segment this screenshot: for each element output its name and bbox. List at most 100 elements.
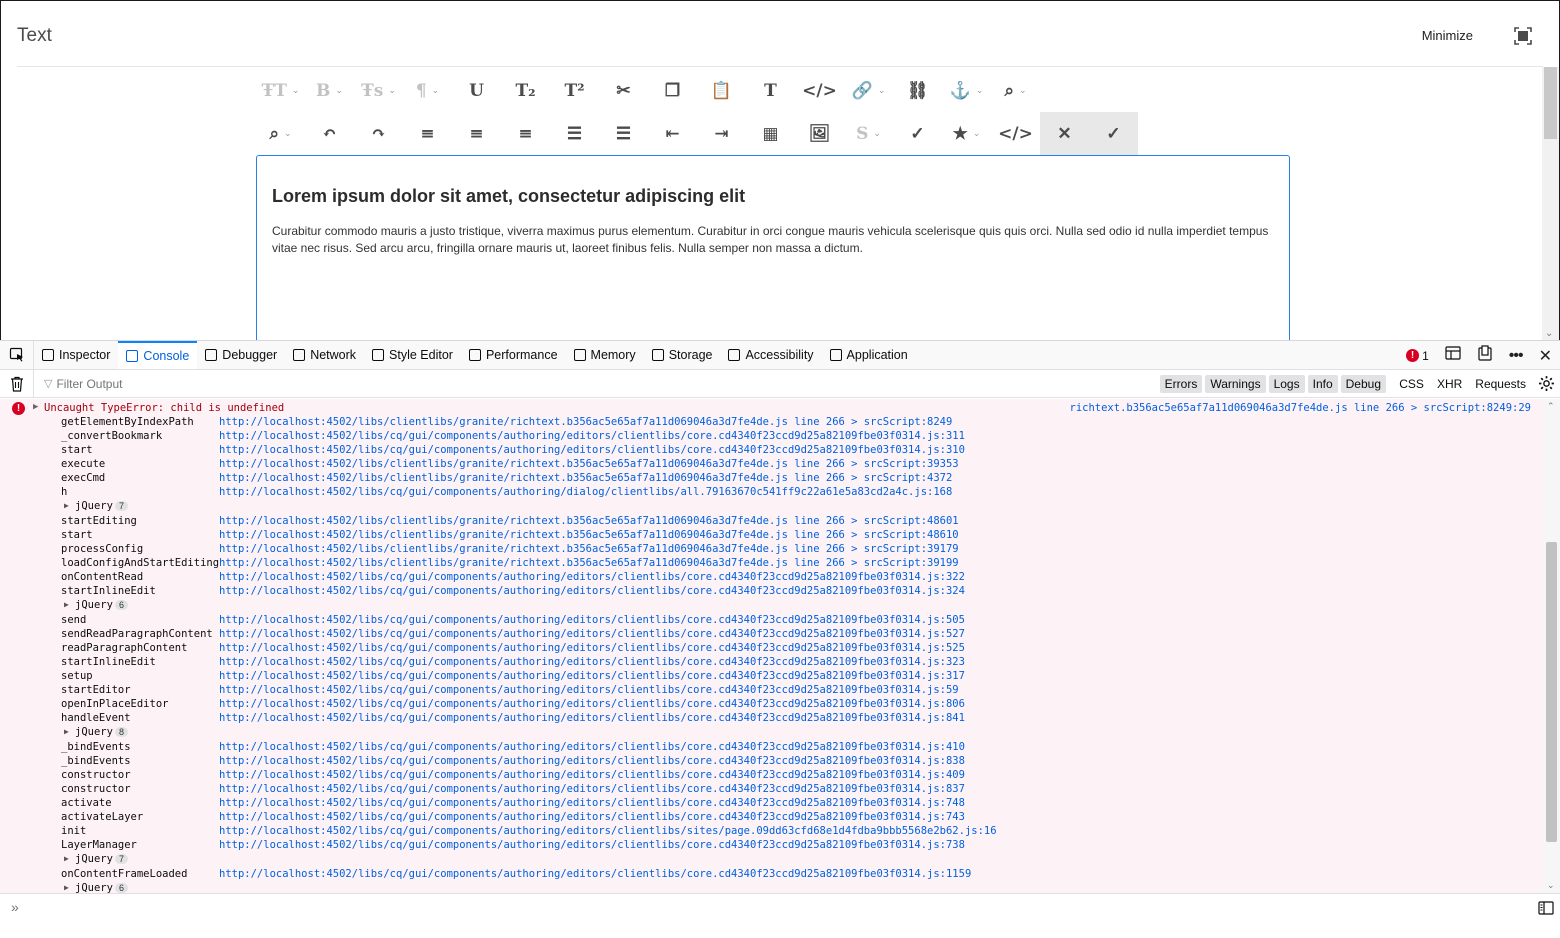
source-edit-button[interactable]: </>	[991, 112, 1040, 155]
underline-button[interactable]: U	[452, 69, 501, 112]
stack-frame-location-link[interactable]: http://localhost:4502/libs/cq/gui/compon…	[219, 628, 965, 640]
stack-frame-location-link[interactable]: http://localhost:4502/libs/cq/gui/compon…	[219, 444, 965, 456]
stack-frame-location-link[interactable]: http://localhost:4502/libs/cq/gui/compon…	[219, 698, 965, 710]
redo-button[interactable]: ↷	[354, 112, 403, 155]
stack-frame[interactable]: init http://localhost:4502/libs/cq/gui/co…	[0, 825, 1543, 839]
bold-button[interactable]: B ⌄	[305, 69, 354, 112]
element-picker-button[interactable]	[0, 341, 34, 369]
stack-frame[interactable]: constructor http://localhost:4502/libs/cq…	[0, 769, 1543, 783]
undo-button[interactable]: ↶	[305, 112, 354, 155]
paste-button[interactable]: 📋	[697, 69, 746, 112]
stack-frame[interactable]: _convertBookmark http://localhost:4502/li…	[0, 430, 1543, 444]
page-scrollbar-thumb[interactable]	[1544, 67, 1557, 139]
stack-frame-location-link[interactable]: http://localhost:4502/libs/clientlibs/gr…	[219, 416, 952, 428]
tab-performance[interactable]: Performance	[461, 341, 566, 369]
filter-info-button[interactable]: Info	[1307, 375, 1338, 393]
chevron-down-icon[interactable]: ⌄	[335, 85, 343, 96]
stack-frame-location-link[interactable]: http://localhost:4502/libs/cq/gui/compon…	[219, 741, 965, 753]
stack-frame[interactable]: _bindEvents http://localhost:4502/libs/cq…	[0, 741, 1543, 755]
dock-side-icon[interactable]	[1477, 345, 1493, 366]
tab-console[interactable]: Console	[118, 341, 198, 369]
anchor-button[interactable]: ⚓ ⌄	[942, 69, 991, 112]
filter-output-input[interactable]	[56, 376, 357, 391]
console-settings-button[interactable]	[1538, 375, 1555, 397]
filter-warnings-button[interactable]: Warnings	[1205, 375, 1266, 393]
jquery-frame-group[interactable]: ▶ jQuery 7	[0, 853, 1543, 868]
stack-frame-location-link[interactable]: http://localhost:4502/libs/cq/gui/compon…	[219, 755, 965, 767]
stack-frame[interactable]: startEditing http://localhost:4502/libs/c…	[0, 515, 1543, 529]
stack-frame-location-link[interactable]: http://localhost:4502/libs/clientlibs/gr…	[219, 472, 952, 484]
jquery-frame-group[interactable]: ▶ jQuery 6	[0, 882, 1543, 893]
stack-frame[interactable]: activateLayer http://localhost:4502/libs/…	[0, 811, 1543, 825]
stack-frame-location-link[interactable]: http://localhost:4502/libs/cq/gui/compon…	[219, 430, 965, 442]
bullet-list-button[interactable]: ☰	[550, 112, 599, 155]
stack-frame[interactable]: constructor http://localhost:4502/libs/cq…	[0, 783, 1543, 797]
stack-frame[interactable]: getElementByIndexPath http://localhost:45…	[0, 416, 1543, 430]
error-message-row[interactable]: ! ▶ Uncaught TypeError: child is undefin…	[0, 402, 1543, 416]
stack-frame-location-link[interactable]: http://localhost:4502/libs/cq/gui/compon…	[219, 642, 965, 654]
tab-application[interactable]: Application	[822, 341, 916, 369]
link-button[interactable]: 🔗 ⌄	[844, 69, 893, 112]
filter-requests-button[interactable]: Requests	[1475, 377, 1526, 391]
chevron-down-icon[interactable]: ⌄	[388, 85, 396, 96]
jquery-frame-group[interactable]: ▶ jQuery 8	[0, 726, 1543, 741]
console-output[interactable]: ! ▶ Uncaught TypeError: child is undefin…	[0, 399, 1543, 893]
stack-frame-location-link[interactable]: http://localhost:4502/libs/cq/gui/compon…	[219, 670, 965, 682]
stack-frame[interactable]: h http://localhost:4502/libs/cq/gui/compo…	[0, 486, 1543, 500]
text-style-button[interactable]: Ŧs ⌄	[354, 69, 403, 112]
table-button[interactable]: ▦	[746, 112, 795, 155]
clear-console-button[interactable]	[0, 369, 34, 398]
stack-frame-location-link[interactable]: http://localhost:4502/libs/cq/gui/compon…	[219, 797, 965, 809]
copy-button[interactable]: ❐	[648, 69, 697, 112]
expand-arrow-icon[interactable]: ▶	[64, 600, 69, 609]
tab-network[interactable]: Network	[285, 341, 364, 369]
text-size-button[interactable]: ŦT ⌄	[256, 69, 305, 112]
close-devtools-icon[interactable]: ✕	[1539, 346, 1552, 366]
stack-frame[interactable]: startEditor http://localhost:4502/libs/cq…	[0, 684, 1543, 698]
stack-frame[interactable]: loadConfigAndStartEditing http://localhos…	[0, 557, 1543, 571]
stack-frame[interactable]: execCmd http://localhost:4502/libs/client…	[0, 472, 1543, 486]
star-button[interactable]: ★ ⌄	[942, 112, 991, 155]
chevron-down-icon[interactable]: ⌄	[292, 85, 300, 96]
jquery-frame-group[interactable]: ▶ jQuery 6	[0, 599, 1543, 614]
stack-frame[interactable]: sendReadParagraphContent http://localhost…	[0, 628, 1543, 642]
stack-frame[interactable]: onContentRead http://localhost:4502/libs/…	[0, 571, 1543, 585]
strikethrough-button[interactable]: S ⌄	[844, 112, 893, 155]
unlink-button[interactable]: ⛓	[893, 69, 942, 112]
tab-storage[interactable]: Storage	[644, 341, 721, 369]
scroll-up-arrow-icon[interactable]: ⌃	[1547, 401, 1555, 412]
stack-frame-location-link[interactable]: http://localhost:4502/libs/cq/gui/compon…	[219, 712, 965, 724]
align-left-button[interactable]: ≡	[403, 112, 452, 155]
stack-frame-location-link[interactable]: http://localhost:4502/libs/clientlibs/gr…	[219, 458, 959, 470]
fullscreen-button[interactable]	[1509, 23, 1537, 49]
expand-arrow-icon[interactable]: ▶	[64, 501, 69, 510]
superscript-button[interactable]: T²	[550, 69, 599, 112]
scroll-down-arrow-icon[interactable]: ⌄	[1547, 880, 1555, 891]
error-source-link[interactable]: richtext.b356ac5e65af7a11d069046a3d7fe4d…	[1070, 402, 1532, 414]
minimize-button[interactable]: Minimize	[1422, 28, 1473, 43]
stack-frame-location-link[interactable]: http://localhost:4502/libs/clientlibs/gr…	[219, 529, 959, 541]
filter-debug-button[interactable]: Debug	[1340, 375, 1386, 393]
stack-frame-location-link[interactable]: http://localhost:4502/libs/cq/gui/compon…	[219, 684, 959, 696]
stack-frame[interactable]: startInlineEdit http://localhost:4502/lib…	[0, 585, 1543, 599]
tab-debugger[interactable]: Debugger	[197, 341, 285, 369]
chevron-down-icon[interactable]: ⌄	[878, 85, 886, 96]
paste-text-button[interactable]: T	[746, 69, 795, 112]
stack-frame[interactable]: setup http://localhost:4502/libs/cq/gui/c…	[0, 670, 1543, 684]
console-scrollbar[interactable]: ⌃ ⌄	[1543, 399, 1560, 893]
paste-word-button[interactable]: </>	[795, 69, 844, 112]
stack-frame[interactable]: start http://localhost:4502/libs/clientli…	[0, 529, 1543, 543]
scroll-down-arrow-icon[interactable]: ⌄	[1545, 328, 1553, 339]
stack-frame[interactable]: onContentFrameLoaded http://localhost:450…	[0, 868, 1543, 882]
stack-frame[interactable]: execute http://localhost:4502/libs/client…	[0, 458, 1543, 472]
outdent-button[interactable]: ⇤	[648, 112, 697, 155]
align-center-button[interactable]: ≡	[452, 112, 501, 155]
stack-frame[interactable]: _bindEvents http://localhost:4502/libs/cq…	[0, 755, 1543, 769]
tab-accessibility[interactable]: Accessibility	[720, 341, 821, 369]
chevron-down-icon[interactable]: ⌄	[973, 128, 981, 139]
cut-button[interactable]: ✂	[599, 69, 648, 112]
filter-errors-button[interactable]: Errors	[1159, 375, 1203, 393]
chevron-down-icon[interactable]: ⌄	[873, 128, 881, 139]
stack-frame-location-link[interactable]: http://localhost:4502/libs/cq/gui/compon…	[219, 783, 965, 795]
tab-memory[interactable]: Memory	[566, 341, 644, 369]
